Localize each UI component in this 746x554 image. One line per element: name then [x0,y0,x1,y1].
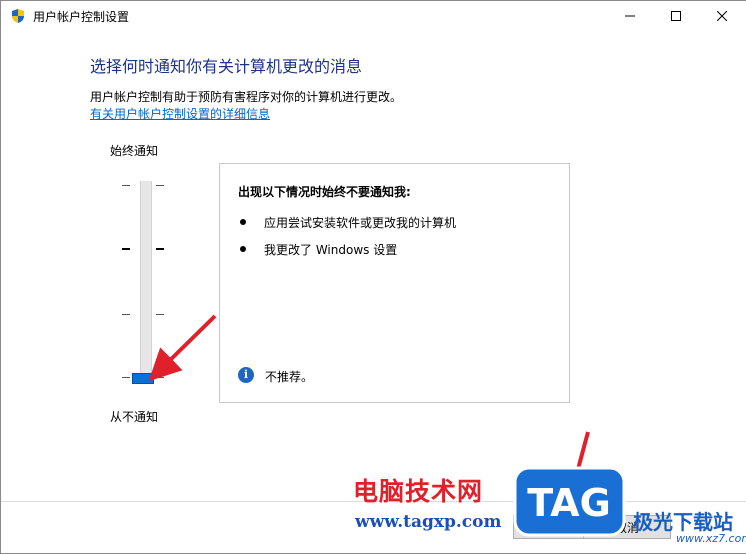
tag-logo-text: TAG [527,481,611,525]
uac-details-link[interactable]: 有关用户帐户控制设置的详细信息 [90,105,270,122]
panel-heading: 出现以下情况时始终不要通知我: [238,185,411,199]
slider-tick [156,248,164,250]
uac-settings-window: 用户帐户控制设置 选择何时通知你有关计算机更改的消息 用户帐户控制有助于预防有害… [0,0,746,554]
bullet-icon [240,246,246,252]
page-heading: 选择何时通知你有关计算机更改的消息 [90,57,363,76]
setting-description-panel: 出现以下情况时始终不要通知我: 应用尝试安装软件或更改我的计算机 我更改了 Wi… [219,163,570,403]
slider-tick [156,185,164,186]
slider-tick [122,314,130,315]
info-icon: i [238,367,254,383]
watermark-site: 极光下载站 [633,510,733,534]
watermark-brand: 电脑技术网 [353,477,484,506]
slider-track[interactable] [140,181,152,381]
slider-bottom-label: 从不通知 [110,410,159,424]
maximize-button[interactable] [653,1,699,31]
close-button[interactable] [699,1,745,31]
watermark-url: www.tagxp.com [355,512,502,532]
minimize-icon [625,15,635,17]
watermark-site-url: www.xz7.com [676,532,746,545]
maximize-icon [671,11,681,21]
slider-thumb[interactable] [132,373,154,384]
panel-note: 不推荐。 [265,370,314,384]
panel-bullet: 我更改了 Windows 设置 [264,243,398,257]
slider-tick [122,248,130,250]
bullet-icon [240,219,246,225]
slider-tick [156,377,164,378]
slider-tick [156,314,164,315]
uac-shield-icon [12,9,24,23]
panel-bullet: 应用尝试安装软件或更改我的计算机 [264,216,457,230]
title-bar: 用户帐户控制设置 [1,1,746,31]
slider-top-label: 始终通知 [110,144,159,158]
tag-logo-icon: TAG [513,466,626,537]
window-title: 用户帐户控制设置 [33,10,130,24]
close-icon [717,11,727,21]
slider-tick [122,377,130,378]
slider-tick [122,185,130,186]
minimize-button[interactable] [607,1,653,31]
page-description: 用户帐户控制有助于预防有害程序对你的计算机进行更改。 [90,90,403,104]
